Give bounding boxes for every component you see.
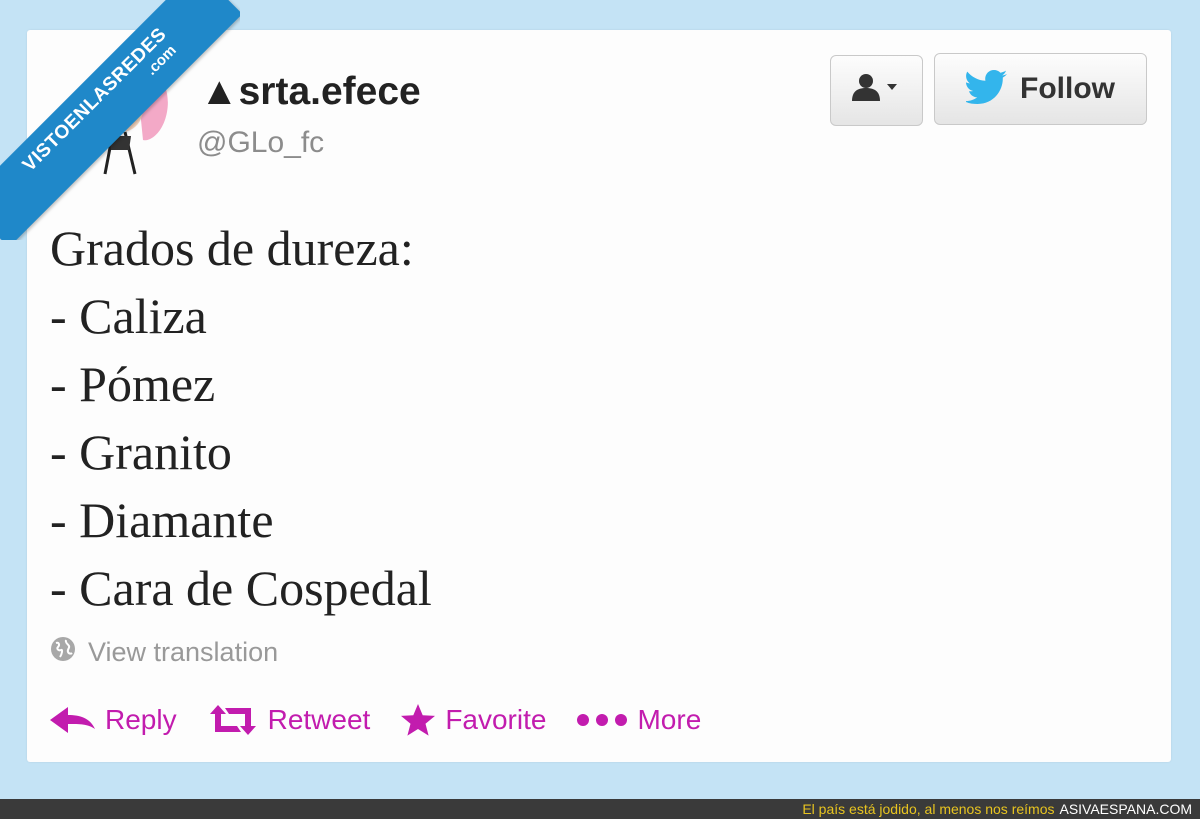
more-dots-icon [576,712,628,728]
footer-bar: El país está jodido, al menos nos reímos… [0,799,1200,819]
view-translation-label: View translation [88,637,279,667]
tweet-line: Grados de dureza: [50,220,414,276]
twitter-bird-icon [964,69,1008,109]
more-label: More [637,704,702,735]
footer-tagline: El país está jodido, al menos nos reímos [802,801,1055,817]
user-actions-dropdown-button[interactable] [830,55,923,126]
globe-icon [50,636,76,669]
display-name[interactable]: ▲srta.efece [200,70,421,114]
star-icon [400,703,436,737]
tweet-actions: Reply Retweet Favorite More [50,698,731,742]
tweet-line: - Cara de Cospedal [50,560,432,616]
follow-button[interactable]: Follow [934,53,1147,125]
favorite-button[interactable]: Favorite [400,703,546,737]
follow-label: Follow [1020,72,1115,105]
retweet-button[interactable]: Retweet [207,704,371,736]
retweet-label: Retweet [267,704,371,735]
tweet-line: - Pómez [50,356,216,412]
reply-button[interactable]: Reply [50,704,177,736]
tweet-line: - Caliza [50,288,207,344]
tweet-line: - Granito [50,424,232,480]
reply-label: Reply [105,704,177,735]
handle[interactable]: @GLo_fc [197,126,324,160]
more-button[interactable]: More [576,704,701,736]
footer-site[interactable]: ASIVAESPANA.COM [1059,801,1192,817]
reply-arrow-icon [50,705,96,735]
tweet-text: Grados de dureza: - Caliza - Pómez - Gra… [50,214,432,622]
retweet-icon [207,704,259,736]
user-dropdown-icon [849,73,905,108]
favorite-label: Favorite [445,704,547,735]
tweet-line: - Diamante [50,492,274,548]
avatar[interactable] [55,50,185,175]
view-translation-link[interactable]: View translation [50,636,278,669]
